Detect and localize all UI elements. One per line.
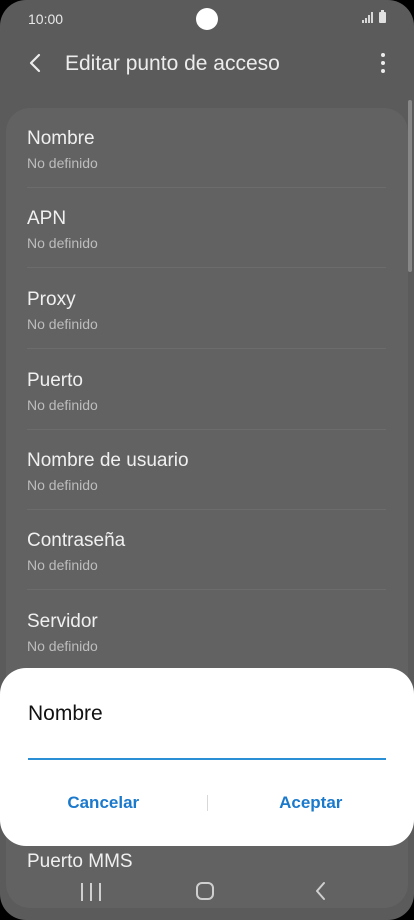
list-item-subtitle: No definido: [27, 557, 98, 573]
battery-icon: [379, 10, 386, 23]
list-item-nombre[interactable]: Nombre No definido: [27, 108, 386, 188]
cancel-button[interactable]: Cancelar: [0, 793, 207, 813]
list-item-proxy[interactable]: Proxy No definido: [27, 269, 386, 349]
divider: [27, 267, 386, 268]
recent-apps-icon[interactable]: [81, 883, 101, 901]
status-icons: [362, 10, 386, 23]
list-item-title: Contraseña: [27, 530, 126, 551]
status-time: 10:00: [28, 11, 64, 27]
dialog-actions: Cancelar Aceptar: [0, 786, 414, 820]
list-item-title: Proxy: [27, 289, 76, 310]
list-item-subtitle: No definido: [27, 477, 98, 493]
list-item-apn[interactable]: APN No definido: [27, 188, 386, 268]
signal-icon: [362, 12, 373, 23]
navigation-bar: [0, 864, 414, 920]
list-item-title: Nombre: [27, 128, 95, 149]
back-icon[interactable]: [312, 880, 330, 902]
list-item-subtitle: No definido: [27, 316, 98, 332]
list-item-servidor[interactable]: Servidor No definido: [27, 591, 386, 671]
list-item-title: Servidor: [27, 611, 98, 632]
scrollbar[interactable]: [408, 100, 412, 272]
accept-button[interactable]: Aceptar: [208, 793, 414, 813]
front-camera: [196, 8, 218, 30]
name-input[interactable]: [28, 726, 386, 760]
home-icon[interactable]: [196, 882, 214, 900]
list-item-title: Puerto: [27, 370, 83, 391]
list-item-contrasena[interactable]: Contraseña No definido: [27, 510, 386, 590]
list-item-title: APN: [27, 208, 67, 229]
phone-screen: 10:00 Editar punto de acceso Nombre No d…: [0, 0, 414, 920]
list-item-subtitle: No definido: [27, 235, 98, 251]
page-title: Editar punto de acceso: [65, 52, 280, 75]
dialog-title: Nombre: [28, 702, 103, 725]
status-bar: 10:00: [0, 0, 414, 38]
list-item-puerto[interactable]: Puerto No definido: [27, 350, 386, 430]
list-item-subtitle: No definido: [27, 397, 98, 413]
more-options-icon[interactable]: [378, 50, 388, 76]
back-arrow-icon[interactable]: [22, 50, 48, 76]
app-bar: Editar punto de acceso: [0, 40, 414, 86]
divider: [27, 348, 386, 349]
list-item-subtitle: No definido: [27, 155, 98, 171]
divider: [27, 589, 386, 590]
list-item-subtitle: No definido: [27, 638, 98, 654]
list-item-nombre-de-usuario[interactable]: Nombre de usuario No definido: [27, 430, 386, 510]
list-item-title: Nombre de usuario: [27, 450, 189, 471]
